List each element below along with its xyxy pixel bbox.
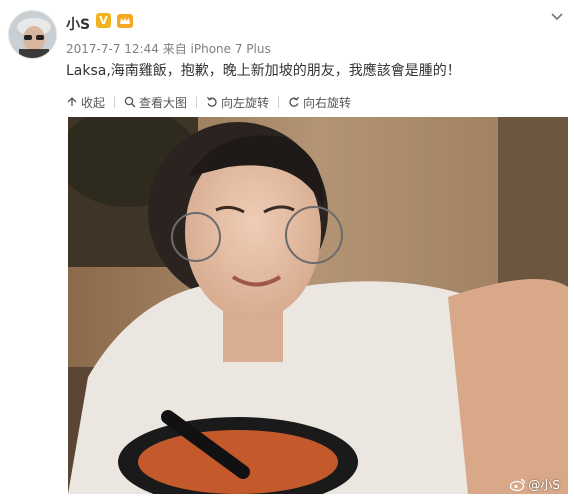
post-text: Laksa,海南雞飯，抱歉，晚上新加坡的朋友，我應該會是腫的！ [66, 63, 461, 79]
rotate-right-icon [289, 96, 300, 107]
rotate-right-label: 向右旋转 [303, 95, 352, 110]
chevron-down-icon[interactable] [550, 12, 564, 22]
rotate-left-button[interactable]: 向左旋转 [206, 94, 269, 111]
collapse-label: 收起 [81, 95, 106, 110]
divider [196, 96, 198, 108]
rotate-left-icon [207, 96, 217, 107]
rotate-right-button[interactable]: 向右旋转 [288, 94, 351, 111]
divider [114, 96, 116, 108]
post-date[interactable]: 2017-7-7 12:44 [66, 42, 159, 56]
vip-crown-icon [117, 14, 133, 28]
verified-badge: V [96, 13, 111, 28]
view-large-label: 查看大图 [139, 95, 188, 110]
username[interactable]: 小S [66, 14, 90, 34]
divider [278, 96, 280, 108]
avatar[interactable] [8, 10, 57, 59]
weibo-post: 小S V 2017-7-7 12:44 来自 iPhone 7 Plus Lak… [0, 0, 574, 500]
post-photo[interactable] [68, 117, 568, 494]
weibo-logo-icon [510, 478, 526, 491]
weibo-watermark: @小S [510, 476, 560, 493]
post-source: 来自 iPhone 7 Plus [162, 42, 271, 56]
view-large-button[interactable]: 查看大图 [124, 94, 187, 111]
magnifier-icon [124, 96, 136, 108]
image-toolbar: 收起 查看大图 向左旋转 向右旋转 [66, 93, 351, 111]
collapse-button[interactable]: 收起 [66, 94, 105, 111]
post-meta: 2017-7-7 12:44 来自 iPhone 7 Plus [66, 40, 271, 57]
collapse-arrow-icon [67, 97, 77, 106]
watermark-text: @小S [528, 478, 560, 492]
rotate-left-label: 向左旋转 [221, 95, 270, 110]
